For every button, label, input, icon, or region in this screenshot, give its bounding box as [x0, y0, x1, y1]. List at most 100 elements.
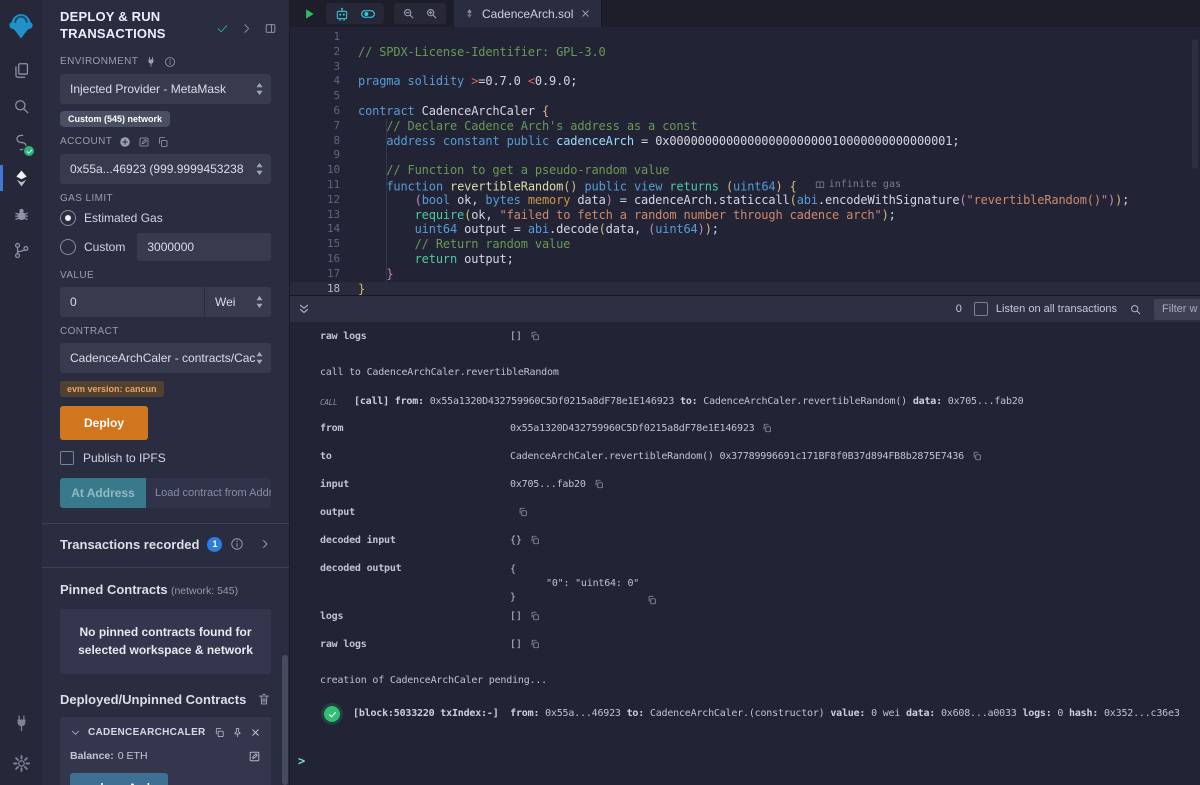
estimated-gas-radio[interactable] [60, 210, 76, 226]
zoom-group [394, 3, 446, 24]
code-editor[interactable]: 12// SPDX-License-Identifier: GPL-3.034p… [290, 27, 1200, 295]
sign-message-icon[interactable] [138, 136, 150, 148]
code-line: 12 (bool ok, bytes memory data) = cadenc… [290, 193, 1200, 208]
zoom-out-icon[interactable] [402, 7, 415, 20]
custom-gas-row: Custom 3000000 [60, 233, 271, 261]
deployed-contracts-title: Deployed/Unpinned Contracts [60, 692, 246, 707]
terminal-call-row[interactable]: CALL[call] from: 0x55a1320D432759960C5Df… [290, 396, 1200, 407]
value-unit-select[interactable]: Wei [205, 287, 271, 317]
copy-icon[interactable] [530, 611, 540, 621]
terminal-kv-row: toCadenceArchCaler.revertibleRandom() 0x… [290, 451, 1200, 479]
search-icon[interactable] [0, 88, 42, 124]
remix-logo-icon[interactable] [0, 4, 42, 48]
tab-cadencearch-sol[interactable]: CadenceArch.sol [454, 0, 602, 27]
publish-ipfs-checkbox[interactable] [60, 451, 74, 465]
code-line: 4pragma solidity >=0.7.0 <0.9.0; [290, 74, 1200, 89]
environment-value: Injected Provider - MetaMask [70, 82, 255, 96]
code-line: 17 } [290, 267, 1200, 282]
ai-assistant-icon[interactable] [334, 6, 350, 22]
copy-icon[interactable] [647, 595, 657, 605]
close-icon[interactable] [250, 727, 261, 738]
ai-toggle-icon[interactable] [360, 6, 376, 22]
terminal-log-text: call to CadenceArchCaler.revertibleRando… [290, 367, 1200, 378]
custom-gas-radio[interactable] [60, 239, 76, 255]
listen-checkbox[interactable] [974, 302, 988, 316]
close-tab-icon[interactable] [580, 8, 591, 19]
deploy-button[interactable]: Deploy [60, 406, 148, 440]
remix-app: DEPLOY & RUN TRANSACTIONS ENVIRONMENT In… [0, 0, 1200, 785]
editor-scrollbar[interactable] [1192, 39, 1198, 169]
copy-icon[interactable] [594, 479, 604, 489]
contract-instance-name: CADENCEARCHCALER AT 0X377...E7436 [88, 727, 207, 738]
run-script-icon[interactable] [302, 7, 316, 21]
code-line: 18} [290, 282, 1200, 295]
file-explorer-icon[interactable] [0, 52, 42, 88]
terminal-key: raw logs [320, 639, 510, 650]
at-address-button[interactable]: At Address [60, 478, 146, 508]
line-number: 3 [290, 60, 340, 75]
terminal-log-text: creation of CadenceArchCaler pending... [290, 675, 1200, 686]
divider [42, 523, 289, 524]
git-icon[interactable] [0, 232, 42, 268]
pending-tx-count: 0 [956, 303, 962, 315]
terminal-key: input [320, 479, 510, 490]
pin-panel-icon[interactable] [264, 22, 277, 35]
copy-icon[interactable] [762, 423, 772, 433]
line-number: 8 [290, 134, 340, 149]
line-number: 7 [290, 119, 340, 134]
terminal-content[interactable]: raw logs[]call to CadenceArchCaler.rever… [290, 322, 1200, 785]
contract-value: CadenceArchCaler - contracts/Cac [70, 351, 255, 365]
environment-select[interactable]: Injected Provider - MetaMask [60, 74, 271, 104]
info-icon[interactable] [230, 537, 244, 551]
ai-toggle-group [326, 3, 384, 24]
copy-account-icon[interactable] [157, 136, 169, 148]
estimated-gas-row: Estimated Gas [60, 210, 271, 226]
network-badge: Custom (545) network [60, 111, 170, 127]
pin-icon[interactable] [232, 727, 243, 738]
value-input[interactable]: 0 [60, 287, 204, 317]
copy-icon[interactable] [214, 727, 225, 738]
terminal-value [510, 507, 528, 517]
terminal-filter-input[interactable]: Filter w [1154, 299, 1200, 320]
terminal-prompt[interactable]: > [290, 754, 1200, 768]
stepper-icon [255, 82, 264, 96]
terminal-block-row[interactable]: [block:5033220 txIndex:-] from: 0x55a...… [290, 708, 1200, 722]
call-badge: CALL [320, 396, 342, 407]
line-number: 13 [290, 208, 340, 223]
stepper-icon [255, 295, 264, 309]
plugin-manager-icon[interactable] [0, 703, 42, 743]
code-text: // Function to get a pseudo-random value [340, 163, 669, 178]
add-account-icon[interactable] [119, 136, 131, 148]
copy-icon[interactable] [530, 639, 540, 649]
custom-gas-input[interactable]: 3000000 [137, 233, 271, 261]
debugger-icon[interactable] [0, 196, 42, 232]
zoom-in-icon[interactable] [425, 7, 438, 20]
deploy-and-run-icon[interactable] [0, 160, 42, 196]
publish-ipfs-row: Publish to IPFS [60, 451, 271, 465]
panel-scrollbar[interactable] [282, 655, 288, 785]
copy-icon[interactable] [530, 535, 540, 545]
plug-icon[interactable] [145, 56, 157, 68]
contract-function-button-cadencearch[interactable]: cadenceArch [70, 773, 168, 785]
info-icon[interactable] [164, 56, 176, 68]
solidity-compiler-icon[interactable] [0, 124, 42, 160]
terminal-search-icon[interactable] [1129, 303, 1142, 316]
account-select[interactable]: 0x55a...46923 (999.9999453238 [60, 154, 271, 184]
copy-icon[interactable] [972, 451, 982, 461]
contract-select[interactable]: CadenceArchCaler - contracts/Cac [60, 343, 271, 373]
copy-icon[interactable] [518, 507, 528, 517]
at-address-input[interactable]: Load contract from Addres [146, 478, 271, 508]
activity-bar-bottom [0, 703, 42, 785]
terminal-kv-row: from0x55a1320D432759960C5Df0215a8dF78e1E… [290, 423, 1200, 451]
custom-gas-label: Custom [84, 240, 125, 254]
trash-icon[interactable] [257, 692, 271, 706]
transactions-count-badge: 1 [207, 537, 222, 552]
chevron-right-icon[interactable] [259, 538, 271, 550]
copy-icon[interactable] [530, 331, 540, 341]
settings-icon[interactable] [0, 743, 42, 783]
success-check-icon [324, 706, 340, 722]
collapse-terminal-icon[interactable] [298, 303, 310, 315]
chevron-right-icon[interactable] [240, 22, 253, 35]
edit-icon[interactable] [248, 750, 261, 763]
chevron-down-icon[interactable] [70, 727, 81, 738]
